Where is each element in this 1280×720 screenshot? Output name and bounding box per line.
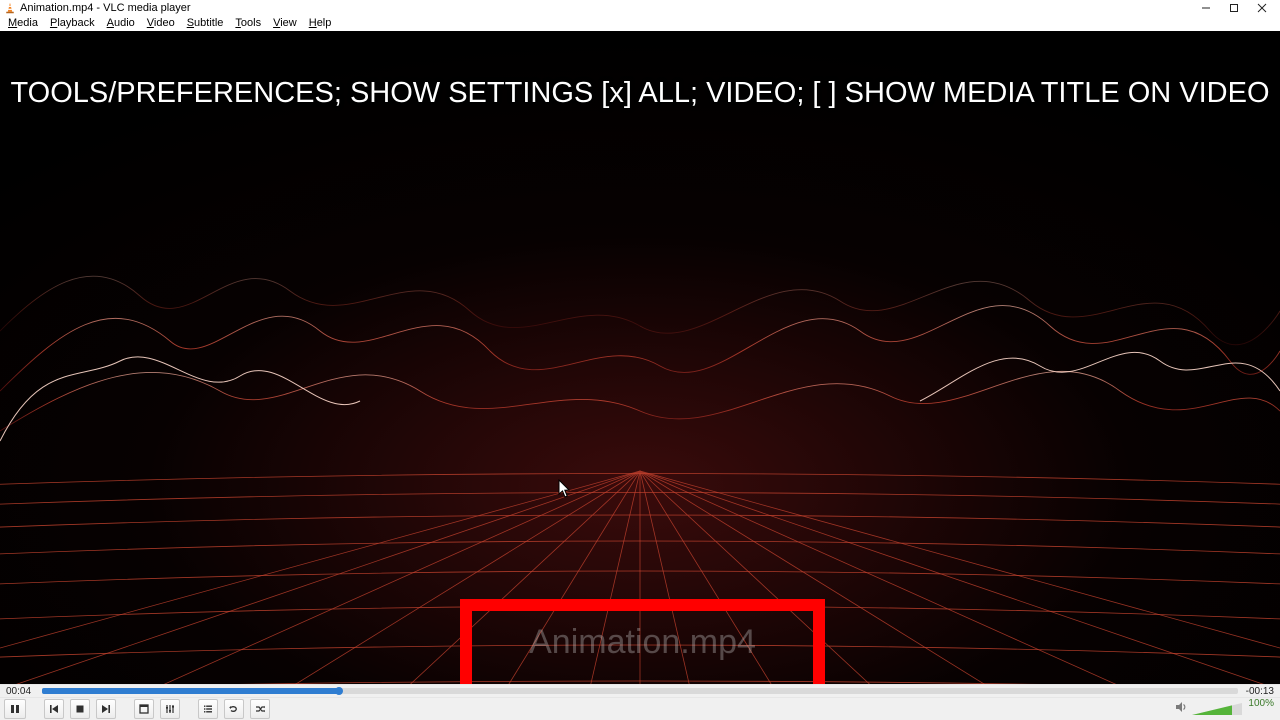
maximize-button[interactable] <box>1220 1 1248 15</box>
previous-button[interactable] <box>44 699 64 719</box>
seek-bar-row: 00:04 -00:13 <box>0 684 1280 697</box>
mute-button[interactable] <box>1174 700 1188 719</box>
instruction-overlay: TOOLS/PREFERENCES; SHOW SETTINGS [x] ALL… <box>0 77 1280 110</box>
playlist-button[interactable] <box>198 699 218 719</box>
shuffle-button[interactable] <box>250 699 270 719</box>
close-button[interactable] <box>1248 1 1276 15</box>
menu-tools[interactable]: Tools <box>235 17 261 29</box>
minimize-button[interactable] <box>1192 1 1220 15</box>
menu-playback[interactable]: Playback <box>50 17 95 29</box>
seek-fill <box>42 688 339 694</box>
volume-slider[interactable] <box>1192 701 1242 717</box>
menu-view[interactable]: View <box>273 17 297 29</box>
menu-media[interactable]: Media <box>8 17 38 29</box>
next-button[interactable] <box>96 699 116 719</box>
window-title: Animation.mp4 - VLC media player <box>20 2 191 14</box>
volume-control: 100% <box>1174 700 1274 719</box>
time-elapsed[interactable]: 00:04 <box>6 686 36 697</box>
menu-help[interactable]: Help <box>309 17 332 29</box>
menu-bar: Media Playback Audio Video Subtitle Tool… <box>0 15 1280 31</box>
video-frame-content <box>0 31 1280 684</box>
annotation-highlight-box <box>460 599 825 684</box>
time-remaining[interactable]: -00:13 <box>1244 686 1274 697</box>
seek-slider[interactable] <box>42 688 1238 694</box>
volume-percent: 100% <box>1246 698 1274 709</box>
vlc-cone-icon <box>4 2 16 14</box>
seek-knob[interactable] <box>335 687 343 695</box>
loop-button[interactable] <box>224 699 244 719</box>
controls-toolbar: 100% <box>0 697 1280 720</box>
menu-audio[interactable]: Audio <box>107 17 135 29</box>
play-pause-button[interactable] <box>4 699 26 719</box>
menu-subtitle[interactable]: Subtitle <box>187 17 224 29</box>
video-viewport[interactable]: TOOLS/PREFERENCES; SHOW SETTINGS [x] ALL… <box>0 31 1280 684</box>
extended-settings-button[interactable] <box>160 699 180 719</box>
title-bar: Animation.mp4 - VLC media player <box>0 0 1280 15</box>
fullscreen-button[interactable] <box>134 699 154 719</box>
menu-video[interactable]: Video <box>147 17 175 29</box>
stop-button[interactable] <box>70 699 90 719</box>
